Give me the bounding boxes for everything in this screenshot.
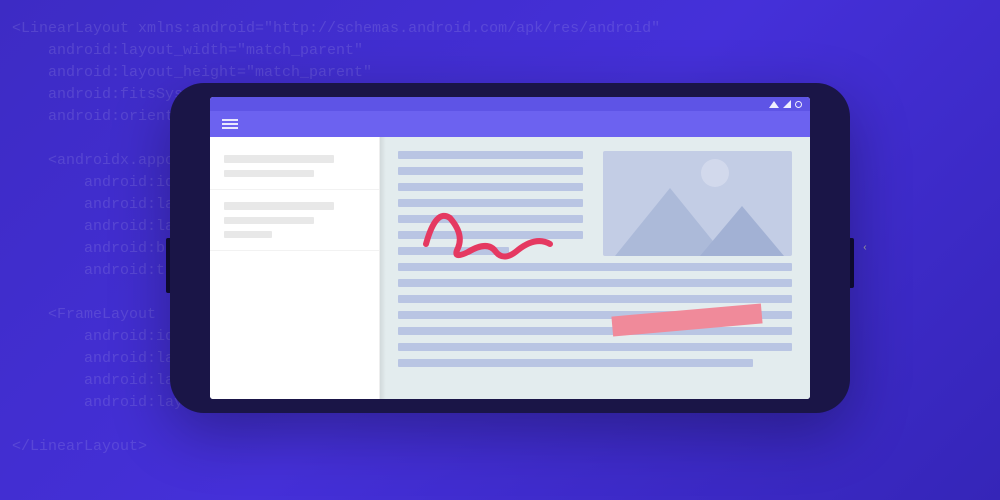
sidebar-item-subtitle: [224, 217, 314, 224]
device-volume-button: [166, 238, 170, 293]
device-frame: ‹: [170, 83, 850, 413]
app-bar: [210, 111, 810, 137]
text-line: [398, 263, 792, 271]
text-line: [398, 343, 792, 351]
text-line: [398, 199, 583, 207]
text-line: [398, 151, 583, 159]
device-screen: [210, 97, 810, 399]
sidebar-item-meta: [224, 231, 272, 238]
wifi-icon: [769, 101, 779, 108]
battery-icon: [795, 101, 802, 108]
text-line: [398, 279, 792, 287]
text-line: [398, 295, 792, 303]
sidebar-item-title: [224, 202, 334, 210]
document-viewer[interactable]: [380, 137, 810, 399]
status-bar: [210, 97, 810, 111]
sidebar-item-title: [224, 155, 334, 163]
document-image-placeholder: [603, 151, 792, 256]
sun-shape: [701, 159, 729, 187]
text-line: [398, 359, 753, 367]
mountain-shape: [700, 206, 784, 256]
text-column-left: [398, 151, 583, 255]
sidebar-item[interactable]: [210, 137, 379, 190]
signal-icon: [783, 100, 791, 108]
text-line: [398, 231, 583, 239]
app-content: [210, 137, 810, 399]
text-line: [398, 183, 583, 191]
nav-back-icon[interactable]: ‹: [862, 243, 868, 254]
sidebar-item[interactable]: [210, 190, 379, 251]
text-line: [398, 247, 509, 255]
page-shadow: [380, 137, 386, 399]
text-line: [398, 167, 583, 175]
hamburger-menu-icon[interactable]: [222, 119, 238, 129]
system-nav-bar: ‹: [852, 83, 878, 413]
text-line: [398, 327, 792, 335]
sidebar: [210, 137, 380, 399]
text-line: [398, 215, 583, 223]
sidebar-item-subtitle: [224, 170, 314, 177]
